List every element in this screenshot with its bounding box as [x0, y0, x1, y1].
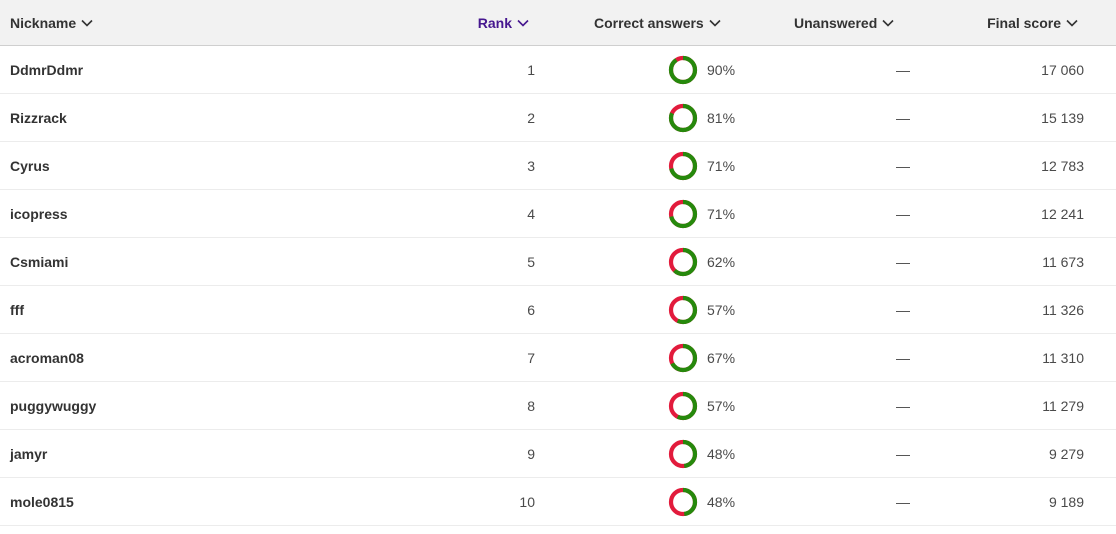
player-nickname: mole0815 [10, 493, 74, 510]
correct-percentage: 57% [707, 397, 736, 414]
player-rank: 10 [519, 493, 535, 510]
results-table: Nickname Rank Correct answers Unanswered… [0, 0, 1116, 526]
chevron-down-icon [81, 19, 93, 27]
correct-percentage: 67% [707, 349, 736, 366]
correct-ratio-donut-icon [668, 247, 698, 276]
table-row[interactable]: mole0815 10 48% — 9 189 [0, 478, 1116, 526]
table-row[interactable]: DdmrDdmr 1 90% — 17 060 [0, 46, 1116, 94]
sort-rank-button[interactable]: Rank [380, 0, 530, 45]
final-score: 15 139 [1041, 109, 1084, 126]
unanswered-count: — [896, 205, 910, 222]
final-score: 11 673 [1042, 253, 1084, 270]
correct-percentage: 57% [707, 301, 736, 318]
correct-answers-header-label: Correct answers [594, 14, 704, 31]
table-row[interactable]: puggywuggy 8 57% — 11 279 [0, 382, 1116, 430]
chevron-down-icon [882, 19, 894, 27]
table-row[interactable]: fff 6 57% — 11 326 [0, 286, 1116, 334]
player-rank: 3 [527, 157, 535, 174]
chevron-down-icon [1066, 19, 1078, 27]
final-score-header-label: Final score [987, 14, 1061, 31]
correct-answers-cell: 90% [668, 46, 735, 93]
final-score: 9 279 [1048, 445, 1084, 462]
chevron-down-icon [517, 19, 529, 27]
player-rank: 4 [527, 205, 535, 222]
unanswered-count: — [896, 493, 910, 510]
final-score: 11 310 [1042, 349, 1084, 366]
correct-percentage: 90% [707, 61, 736, 78]
correct-percentage: 62% [707, 253, 736, 270]
correct-ratio-donut-icon [668, 151, 698, 180]
table-row[interactable]: icopress 4 71% — 12 241 [0, 190, 1116, 238]
table-body: DdmrDdmr 1 90% — 17 060 Rizzrack 2 81% — 15 139 Cy… [0, 46, 1116, 526]
correct-percentage: 71% [707, 157, 736, 174]
table-row[interactable]: Cyrus 3 71% — 12 783 [0, 142, 1116, 190]
unanswered-count: — [896, 349, 910, 366]
sort-nickname-button[interactable]: Nickname [10, 0, 310, 45]
final-score: 17 060 [1041, 61, 1084, 78]
player-nickname: Csmiami [10, 253, 69, 270]
donut-correct-arc [668, 55, 698, 84]
player-nickname: icopress [10, 205, 68, 222]
player-rank: 2 [527, 109, 535, 126]
final-score: 11 279 [1042, 397, 1084, 414]
correct-answers-cell: 81% [668, 94, 735, 141]
correct-percentage: 81% [707, 109, 736, 126]
final-score: 9 189 [1048, 493, 1084, 510]
chevron-down-icon [709, 19, 721, 27]
player-nickname: jamyr [10, 445, 48, 462]
player-nickname: acroman08 [10, 349, 84, 366]
final-score: 12 783 [1041, 157, 1084, 174]
correct-answers-cell: 71% [668, 190, 735, 237]
unanswered-count: — [896, 397, 910, 414]
correct-answers-cell: 48% [668, 478, 735, 525]
player-rank: 5 [527, 253, 535, 270]
player-rank: 7 [527, 349, 535, 366]
correct-answers-cell: 62% [668, 238, 735, 285]
unanswered-count: — [896, 445, 910, 462]
sort-correct-answers-button[interactable]: Correct answers [594, 0, 774, 45]
final-score: 12 241 [1041, 205, 1084, 222]
correct-ratio-donut-icon [668, 391, 698, 420]
sort-unanswered-button[interactable]: Unanswered [794, 0, 934, 45]
player-rank: 1 [527, 61, 535, 78]
player-nickname: Rizzrack [10, 109, 67, 126]
correct-percentage: 48% [707, 493, 736, 510]
table-row[interactable]: Csmiami 5 62% — 11 673 [0, 238, 1116, 286]
correct-percentage: 71% [707, 205, 736, 222]
unanswered-count: — [896, 253, 910, 270]
unanswered-count: — [896, 61, 910, 78]
rank-header-label: Rank [477, 14, 512, 31]
correct-ratio-donut-icon [668, 103, 698, 132]
player-rank: 6 [527, 301, 535, 318]
correct-percentage: 48% [707, 445, 736, 462]
correct-ratio-donut-icon [668, 295, 698, 324]
unanswered-count: — [896, 109, 910, 126]
table-row[interactable]: acroman08 7 67% — 11 310 [0, 334, 1116, 382]
correct-answers-cell: 57% [668, 286, 735, 333]
unanswered-count: — [896, 157, 910, 174]
table-header: Nickname Rank Correct answers Unanswered… [0, 0, 1116, 46]
table-row[interactable]: jamyr 9 48% — 9 279 [0, 430, 1116, 478]
correct-ratio-donut-icon [668, 199, 698, 228]
correct-ratio-donut-icon [668, 55, 698, 84]
correct-answers-cell: 67% [668, 334, 735, 381]
correct-answers-cell: 71% [668, 142, 735, 189]
nickname-header-label: Nickname [10, 14, 77, 31]
player-nickname: Cyrus [10, 157, 50, 174]
table-row[interactable]: Rizzrack 2 81% — 15 139 [0, 94, 1116, 142]
player-rank: 8 [527, 397, 535, 414]
correct-answers-cell: 57% [668, 382, 735, 429]
correct-ratio-donut-icon [668, 487, 698, 516]
correct-answers-cell: 48% [668, 430, 735, 477]
final-score: 11 326 [1042, 301, 1084, 318]
player-rank: 9 [527, 445, 535, 462]
sort-final-score-button[interactable]: Final score [940, 0, 1079, 45]
player-nickname: puggywuggy [10, 397, 97, 414]
correct-ratio-donut-icon [668, 439, 698, 468]
player-nickname: fff [10, 301, 24, 318]
unanswered-header-label: Unanswered [794, 14, 878, 31]
correct-ratio-donut-icon [668, 343, 698, 372]
player-nickname: DdmrDdmr [10, 61, 84, 78]
unanswered-count: — [896, 301, 910, 318]
